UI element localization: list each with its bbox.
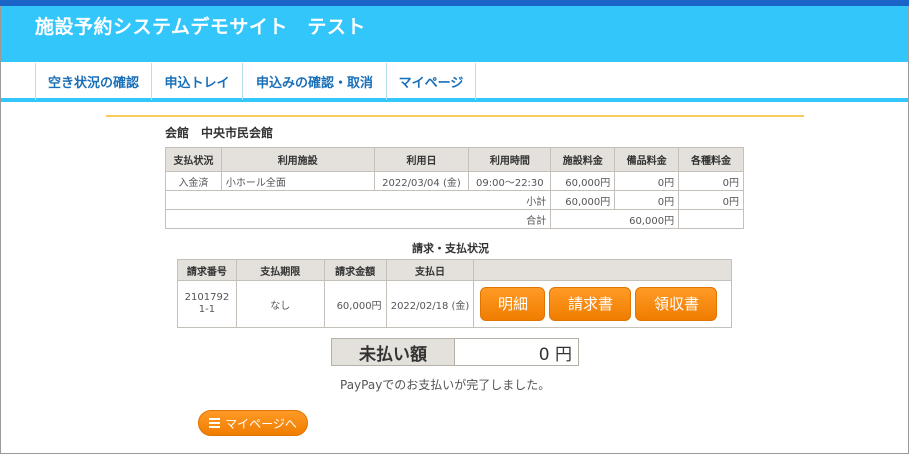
other-fee: 0円	[678, 171, 744, 191]
col-header: 施設料金	[550, 147, 616, 172]
use-time: 09:00～22:30	[468, 171, 552, 191]
nav-availability[interactable]: 空き状況の確認	[35, 63, 151, 100]
invoice-button[interactable]: 請求書	[549, 287, 632, 321]
total-value: 60,000円	[550, 209, 680, 229]
detail-button[interactable]: 明細	[480, 287, 546, 321]
equipment-fee: 0円	[614, 171, 680, 191]
subtotal-row: 小計 60,000円 0円 0円	[164, 190, 744, 210]
menu-icon	[209, 416, 221, 430]
billing-title: 請求・支払状況	[412, 242, 489, 255]
main-nav: 空き状況の確認 申込トレイ 申込みの確認・取消 マイページ	[1, 62, 908, 102]
billing-header-row: 請求番号 支払期限 請求金額 支払日	[177, 259, 732, 281]
facility-fee: 60,000円	[550, 171, 616, 191]
site-title: 施設予約システムデモサイト テスト	[35, 16, 366, 38]
col-header: 支払日	[385, 259, 475, 281]
invoice-number: 21017921-1	[177, 280, 237, 328]
booking-header-row: 支払状況 利用施設 利用日 利用時間 施設料金 備品料金 各種料金	[165, 147, 744, 172]
unpaid-value: 0 円	[455, 338, 579, 366]
invoice-amount: 60,000円	[323, 280, 387, 328]
billing-table: 請求番号 支払期限 請求金額 支払日 21017921-1 なし 60,000円…	[177, 259, 732, 328]
subtotal-equipment-fee: 0円	[614, 190, 680, 210]
receipt-button[interactable]: 領収書	[635, 287, 718, 321]
subtotal-facility-fee: 60,000円	[550, 190, 616, 210]
use-date: 2022/03/04 (金)	[373, 171, 470, 191]
col-header: 利用時間	[468, 147, 552, 172]
unpaid-label: 未払い額	[331, 338, 455, 366]
payment-deadline: なし	[235, 280, 325, 328]
col-header: 請求番号	[177, 259, 237, 281]
divider	[106, 115, 804, 117]
action-cell: 明細 請求書 領収書	[473, 280, 732, 328]
paid-date: 2022/02/18 (金)	[385, 280, 475, 328]
total-label: 合計	[164, 209, 552, 229]
table-row: 21017921-1 なし 60,000円 2022/02/18 (金) 明細請…	[177, 280, 732, 328]
mypage-button[interactable]: マイページへ	[198, 410, 308, 436]
subtotal-other-fee: 0円	[678, 190, 744, 210]
table-row: 入金済 小ホール全面 2022/03/04 (金) 09:00～22:30 60…	[165, 171, 744, 191]
col-header	[473, 259, 732, 281]
mypage-button-label: マイページへ	[225, 416, 297, 431]
nav-tray[interactable]: 申込トレイ	[151, 63, 242, 100]
col-header: 請求金額	[323, 259, 387, 281]
payment-status: 入金済	[165, 171, 222, 191]
col-header: 支払期限	[235, 259, 325, 281]
col-header: 支払状況	[165, 147, 222, 172]
venue-name: 会館 中央市民会館	[165, 126, 274, 140]
nav-confirm-cancel[interactable]: 申込みの確認・取消	[242, 63, 386, 100]
total-row: 合計 60,000円	[164, 209, 744, 229]
total-empty	[678, 209, 744, 229]
subtotal-label: 小計	[164, 190, 552, 210]
facility-name: 小ホール全面	[220, 171, 375, 191]
nav-mypage[interactable]: マイページ	[386, 63, 476, 100]
site-header: 施設予約システムデモサイト テスト	[1, 6, 908, 62]
col-header: 利用施設	[220, 147, 375, 172]
col-header: 備品料金	[614, 147, 680, 172]
col-header: 各種料金	[678, 147, 744, 172]
completion-message: PayPayでのお支払いが完了しました。	[340, 378, 551, 392]
booking-table: 支払状況 利用施設 利用日 利用時間 施設料金 備品料金 各種料金 入金済 小ホ…	[164, 147, 744, 229]
col-header: 利用日	[373, 147, 470, 172]
